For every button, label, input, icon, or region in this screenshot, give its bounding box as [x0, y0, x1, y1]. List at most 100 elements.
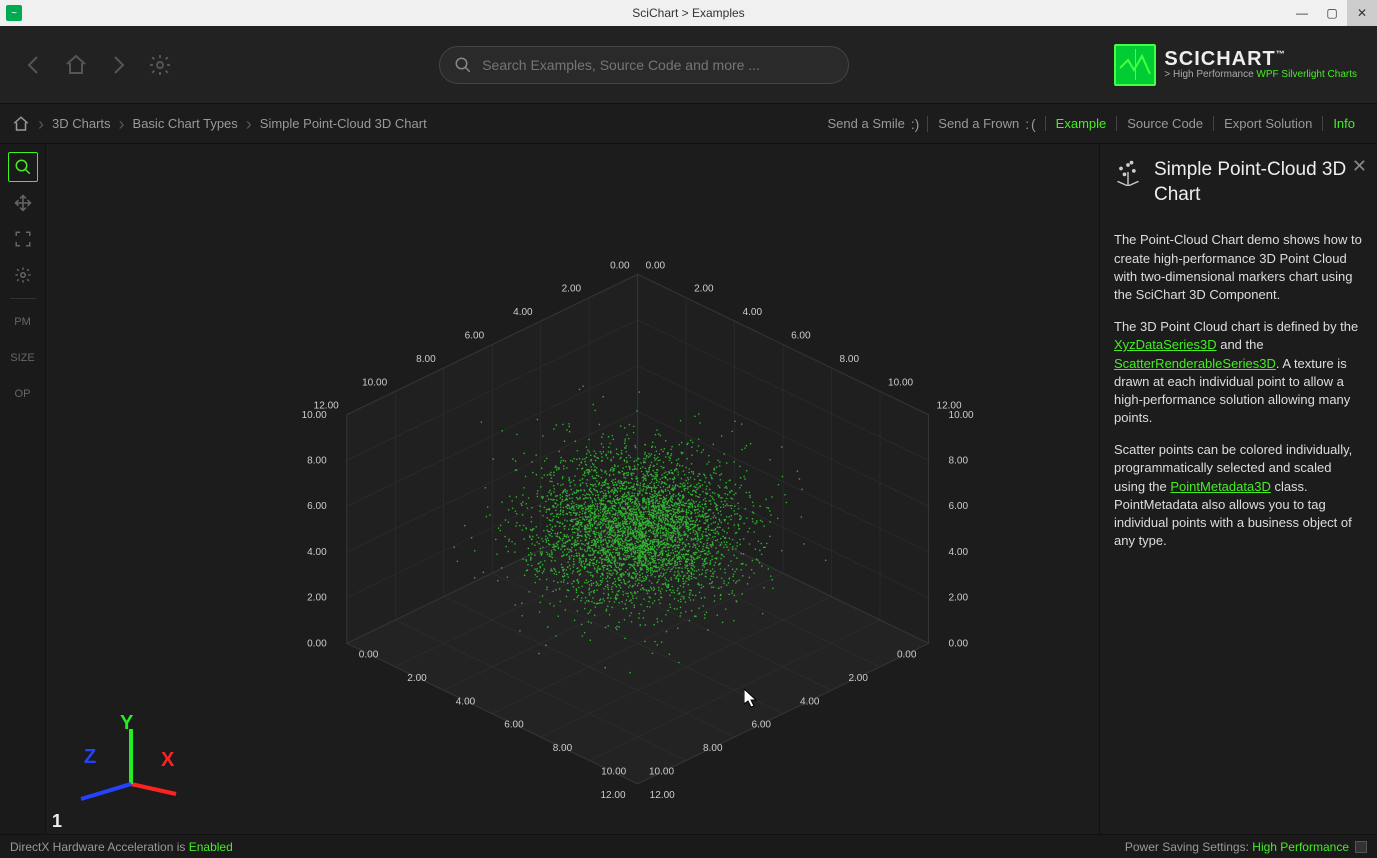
- send-frown-button[interactable]: Send a Frown: (: [927, 116, 1044, 132]
- svg-text:8.00: 8.00: [553, 743, 573, 754]
- link-scatterrenderableseries3d[interactable]: ScatterRenderableSeries3D: [1114, 356, 1276, 371]
- breadcrumb-l1[interactable]: 3D Charts: [52, 116, 111, 131]
- svg-text:12.00: 12.00: [937, 401, 962, 412]
- breadcrumb-l2[interactable]: Basic Chart Types: [133, 116, 238, 131]
- chevron-right-icon: ›: [34, 115, 48, 133]
- cursor-icon: [744, 689, 760, 709]
- toolbar-divider: [10, 298, 36, 299]
- tab-export-solution[interactable]: Export Solution: [1213, 116, 1322, 131]
- extents-tool[interactable]: [8, 224, 38, 254]
- pan-tool[interactable]: [8, 188, 38, 218]
- gizmo-y-label: Y: [120, 712, 133, 735]
- window-title: SciChart > Examples: [632, 6, 744, 20]
- search-input[interactable]: [482, 57, 834, 73]
- status-bar: DirectX Hardware Acceleration is Enabled…: [0, 834, 1377, 858]
- fullscreen-icon: [14, 230, 32, 248]
- app-icon: ~: [6, 5, 22, 21]
- tab-example[interactable]: Example: [1045, 116, 1117, 131]
- search-box[interactable]: [439, 46, 849, 84]
- svg-text:10.00: 10.00: [888, 377, 913, 388]
- gizmo-z-label: Z: [84, 746, 96, 769]
- svg-text:0.00: 0.00: [307, 638, 327, 649]
- search-icon: [14, 158, 32, 176]
- brand-name: SCICHART™: [1164, 49, 1357, 69]
- close-button[interactable]: ✕: [1347, 0, 1377, 26]
- svg-text:10.00: 10.00: [649, 766, 674, 777]
- svg-text:6.00: 6.00: [465, 331, 485, 342]
- breadcrumb: › 3D Charts › Basic Chart Types › Simple…: [12, 115, 427, 133]
- axis-gizmo[interactable]: X Y Z: [66, 694, 186, 814]
- gear-icon: [14, 266, 32, 284]
- info-paragraph-1: The Point-Cloud Chart demo shows how to …: [1114, 231, 1363, 304]
- info-panel: ✕ Simple Point-Cloud 3D Chart The Point-…: [1099, 144, 1377, 834]
- link-xyzdataseries3d[interactable]: XyzDataSeries3D: [1114, 337, 1217, 352]
- svg-text:6.00: 6.00: [791, 331, 811, 342]
- sequence-number: 1: [52, 811, 62, 832]
- zoom-tool[interactable]: [8, 152, 38, 182]
- tab-source-code[interactable]: Source Code: [1116, 116, 1213, 131]
- svg-text:12.00: 12.00: [650, 790, 675, 801]
- chevron-left-icon: [22, 53, 46, 77]
- svg-text:8.00: 8.00: [416, 354, 436, 365]
- svg-text:2.00: 2.00: [848, 673, 868, 684]
- breadcrumb-home-icon[interactable]: [12, 115, 30, 133]
- nav-home-button[interactable]: [62, 51, 90, 79]
- nav-back-button[interactable]: [20, 51, 48, 79]
- opacity-tool[interactable]: OP: [8, 379, 38, 409]
- window-titlebar: ~ SciChart > Examples — ▢ ✕: [0, 0, 1377, 26]
- status-accel: DirectX Hardware Acceleration is Enabled: [10, 840, 233, 854]
- svg-text:2.00: 2.00: [562, 284, 582, 295]
- svg-text:8.00: 8.00: [307, 455, 327, 466]
- chevron-right-icon: [106, 53, 130, 77]
- svg-text:12.00: 12.00: [314, 401, 339, 412]
- minimize-button[interactable]: —: [1287, 0, 1317, 26]
- svg-text:6.00: 6.00: [504, 720, 524, 731]
- 3d-scatter-plot: 0.00 2.00 4.00 6.00 8.00 10.00 0.00 2.00 4.00 6.0…: [96, 164, 1099, 834]
- main-area: PM SIZE OP 0.002.004.006.008.0010.000.00…: [0, 144, 1377, 834]
- brand-logo: SCICHART™ > High Performance WPF Silverl…: [1114, 44, 1357, 86]
- breadcrumb-l3[interactable]: Simple Point-Cloud 3D Chart: [260, 116, 427, 131]
- tab-info[interactable]: Info: [1322, 116, 1365, 131]
- info-paragraph-2: The 3D Point Cloud chart is defined by t…: [1114, 318, 1363, 427]
- status-indicator-icon: [1355, 841, 1367, 853]
- settings-button[interactable]: [146, 51, 174, 79]
- chevron-right-icon: ›: [242, 115, 256, 133]
- status-power[interactable]: Power Saving Settings: High Performance: [1125, 840, 1349, 854]
- svg-text:4.00: 4.00: [949, 547, 969, 558]
- search-icon: [454, 56, 472, 74]
- point-marker-tool[interactable]: PM: [8, 307, 38, 337]
- scatter3d-icon: [1114, 158, 1142, 186]
- svg-text:4.00: 4.00: [513, 307, 533, 318]
- top-toolbar: SCICHART™ > High Performance WPF Silverl…: [0, 26, 1377, 104]
- maximize-button[interactable]: ▢: [1317, 0, 1347, 26]
- svg-text:0.00: 0.00: [897, 649, 917, 660]
- info-paragraph-3: Scatter points can be colored individual…: [1114, 441, 1363, 550]
- move-icon: [14, 194, 32, 212]
- link-pointmetadata3d[interactable]: PointMetadata3D: [1170, 479, 1270, 494]
- svg-text:8.00: 8.00: [703, 743, 723, 754]
- svg-text:0.00: 0.00: [610, 260, 630, 271]
- svg-text:4.00: 4.00: [743, 307, 763, 318]
- gear-icon: [148, 53, 172, 77]
- logo-badge-icon: [1114, 44, 1156, 86]
- svg-text:2.00: 2.00: [307, 593, 327, 604]
- nav-forward-button[interactable]: [104, 51, 132, 79]
- chart-surface[interactable]: 0.002.004.006.008.0010.000.002.004.006.0…: [46, 144, 1099, 834]
- svg-text:12.00: 12.00: [600, 790, 625, 801]
- svg-text:0.00: 0.00: [359, 649, 379, 660]
- svg-text:4.00: 4.00: [456, 696, 476, 707]
- svg-text:0.00: 0.00: [646, 260, 666, 271]
- svg-text:2.00: 2.00: [407, 673, 427, 684]
- gizmo-x-label: X: [161, 749, 174, 772]
- svg-text:2.00: 2.00: [694, 284, 714, 295]
- close-info-button[interactable]: ✕: [1352, 154, 1367, 179]
- send-smile-button[interactable]: Send a Smile: ): [818, 116, 928, 132]
- svg-text:2.00: 2.00: [949, 593, 969, 604]
- svg-text:6.00: 6.00: [949, 501, 969, 512]
- sub-toolbar: › 3D Charts › Basic Chart Types › Simple…: [0, 104, 1377, 144]
- svg-text:10.00: 10.00: [362, 377, 387, 388]
- options-tool[interactable]: [8, 260, 38, 290]
- svg-text:8.00: 8.00: [949, 455, 969, 466]
- chevron-right-icon: ›: [115, 115, 129, 133]
- point-size-tool[interactable]: SIZE: [8, 343, 38, 373]
